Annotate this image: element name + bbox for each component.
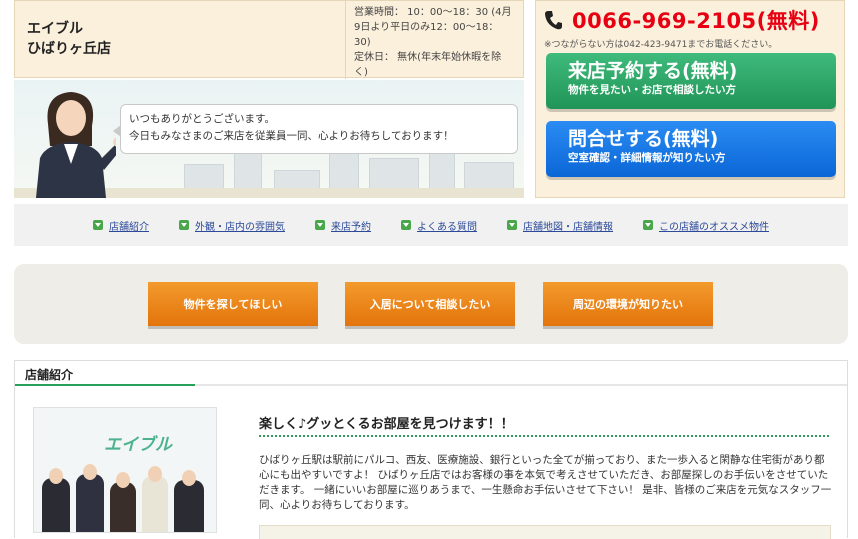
nav-store-interior[interactable]: 外観・店内の雰囲気 xyxy=(179,218,285,233)
holiday-line-1: 定休日： 無休(年末年始休暇を除 xyxy=(354,52,502,63)
phone-note: ※つながらない方は042-423-9471までお電話ください。 xyxy=(544,40,778,50)
arrow-down-icon xyxy=(643,220,653,230)
inquiry-subtitle: 空室確認・詳細情報が知りたい方 xyxy=(568,152,726,164)
arrow-down-icon xyxy=(93,220,103,230)
nav-label: 店舗紹介 xyxy=(109,221,149,233)
action-button-panel: 物件を探してほしい 入居について相談したい 周辺の環境が知りたい xyxy=(14,264,848,344)
phone-icon xyxy=(545,11,562,30)
intro-body: ひばりヶ丘駅は駅前にパルコ、西友、医療施設、銀行といった全てが揃っており、また一… xyxy=(259,454,832,511)
staff-photo: エイブル xyxy=(33,407,217,533)
arrow-down-icon xyxy=(315,220,325,230)
nav-label: よくある質問 xyxy=(417,221,477,233)
section-header: 店舗紹介 xyxy=(15,361,847,386)
consult-button[interactable]: 入居について相談したい xyxy=(345,282,515,326)
store-info-box: エイブル ひばりヶ丘店 営業時間： 10：00～18：30 (4月 9日より平日… xyxy=(14,0,525,79)
section-title: 店舗紹介 xyxy=(25,368,74,382)
store-name-branch: ひばりヶ丘店 xyxy=(27,41,111,57)
nav-label: 外観・店内の雰囲気 xyxy=(195,221,285,233)
greeting-banner: いつもありがとうございます。 今日もみなさまのご来店を従業員一同、心よりお待ちし… xyxy=(14,80,524,198)
greeting-line-1: いつもありがとうございます。 xyxy=(129,113,275,125)
nav-label: この店舗のオススメ物件 xyxy=(659,221,769,233)
store-nav-bar: 店舗紹介 外観・店内の雰囲気 来店予約 よくある質問 店舗地図・店舗情報 この店… xyxy=(14,204,848,246)
hours-line-2: 9日より平日のみ12：00～18： xyxy=(354,22,499,33)
nav-faq[interactable]: よくある質問 xyxy=(401,218,477,233)
nav-map[interactable]: 店舗地図・店舗情報 xyxy=(507,218,613,233)
inquiry-button[interactable]: 問合せする(無料) 空室確認・詳細情報が知りたい方 xyxy=(546,121,836,177)
nav-store-intro[interactable]: 店舗紹介 xyxy=(93,218,149,233)
dotted-divider xyxy=(259,435,829,437)
holiday-line-2: く) xyxy=(354,67,368,78)
staff-woman-illustration xyxy=(36,92,116,198)
hours-line-1: 営業時間： 10：00～18：30 (4月 xyxy=(354,7,512,18)
find-property-button[interactable]: 物件を探してほしい xyxy=(148,282,318,326)
nav-reservation[interactable]: 来店予約 xyxy=(315,218,371,233)
greeting-line-2: 今日もみなさまのご来店を従業員一同、心よりお待ちしております！ xyxy=(129,130,454,142)
visit-reservation-button[interactable]: 来店予約する(無料) 物件を見たい・お店で相談したい方 xyxy=(546,53,836,109)
area-info-button[interactable]: 周辺の環境が知りたい xyxy=(543,282,713,326)
store-hours: 営業時間： 10：00～18：30 (4月 9日より平日のみ12：00～18： … xyxy=(345,1,525,79)
contact-box: 0066-969-2105(無料) ※つながらない方は042-423-9471ま… xyxy=(535,0,845,198)
arrow-down-icon xyxy=(179,220,189,230)
intro-headline: 楽しく♪グッとくるお部屋を見つけます！！ xyxy=(259,417,514,432)
store-name-brand: エイブル xyxy=(27,21,83,37)
visit-reservation-title: 来店予約する(無料) xyxy=(568,60,738,82)
store-name: エイブル ひばりヶ丘店 xyxy=(27,19,111,59)
inquiry-title: 問合せする(無料) xyxy=(568,128,719,150)
arrow-down-icon xyxy=(401,220,411,230)
nav-label: 店舗地図・店舗情報 xyxy=(523,221,613,233)
arrow-down-icon xyxy=(507,220,517,230)
nav-label: 来店予約 xyxy=(331,221,371,233)
photo-logo-text: エイブル xyxy=(104,435,172,455)
visit-reservation-subtitle: 物件を見たい・お店で相談したい方 xyxy=(568,84,736,96)
intro-sub-box xyxy=(259,525,831,539)
phone-number[interactable]: 0066-969-2105(無料) xyxy=(572,5,820,35)
store-intro-section: 店舗紹介 エイブル 楽しく♪グッとくるお部屋を見つけます！！ ひばりヶ丘駅は駅前… xyxy=(14,360,848,539)
phone-row[interactable]: 0066-969-2105(無料) xyxy=(544,5,820,35)
nav-recommended[interactable]: この店舗のオススメ物件 xyxy=(643,218,769,233)
hours-line-3: 30) xyxy=(354,37,371,48)
greeting-speech-bubble: いつもありがとうございます。 今日もみなさまのご来店を従業員一同、心よりお待ちし… xyxy=(113,104,518,154)
